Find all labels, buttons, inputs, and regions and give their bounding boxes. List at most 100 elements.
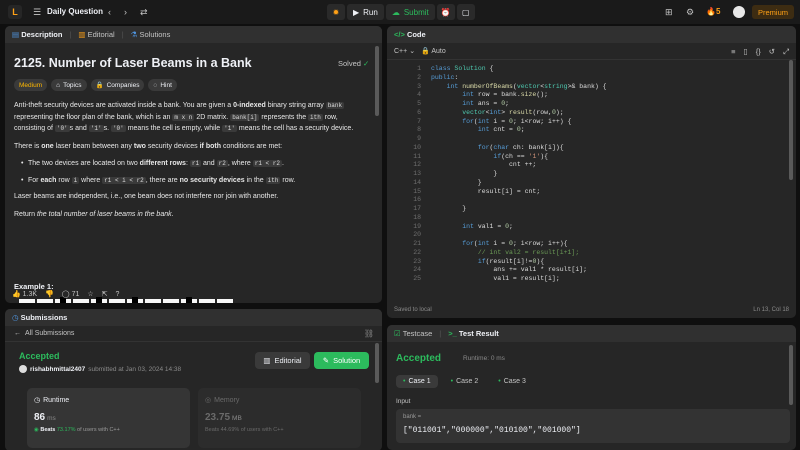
input-value-box[interactable]: bank = ["011001","000000","010100","0010… — [396, 409, 790, 443]
reset-icon[interactable]: ↺ — [769, 47, 775, 56]
book-icon: ▥ — [263, 356, 271, 365]
submitter-info: rishabhmittal2407 submitted at Jan 03, 2… — [19, 365, 181, 373]
editor-status-bar: Saved to local Ln 13, Col 18 — [387, 302, 796, 318]
testcase-scrollbar[interactable] — [789, 345, 793, 405]
like-button[interactable]: 👍 1.3K — [12, 290, 37, 298]
autocomplete-toggle[interactable]: 🔒 Auto — [421, 47, 446, 55]
tab-editorial[interactable]: ▥ Editorial — [78, 30, 114, 39]
statement-paragraph: Return the total number of laser beams i… — [14, 210, 174, 218]
case-tab-2[interactable]: • Case 2 — [444, 375, 486, 388]
submit-button[interactable]: ☁ Submit — [385, 4, 435, 20]
testcase-tabs: ☑ Testcase | >_ Test Result — [387, 325, 796, 342]
editorial-button[interactable]: ▥ Editorial — [255, 352, 310, 369]
editor-scrollbar[interactable] — [789, 60, 793, 180]
flask-icon: ⚗ — [130, 30, 138, 39]
case-tabs: • Case 1 • Case 2 • Case 3 — [396, 375, 533, 388]
cursor-position: Ln 13, Col 18 — [753, 307, 789, 313]
submissions-header: ◷ Submissions — [5, 309, 382, 326]
favorite-button[interactable]: ☆ — [87, 290, 93, 298]
language-select[interactable]: C++ ⌄ — [394, 47, 415, 55]
run-button[interactable]: ▶ Run — [347, 4, 384, 20]
description-panel: ▤ Description | ▥ Editorial | ⚗ Solution… — [5, 26, 382, 303]
format-icon[interactable]: ≡ — [731, 47, 735, 56]
tab-test-result[interactable]: >_ Test Result — [448, 329, 499, 338]
companies-tag[interactable]: 🔒 Companies — [90, 79, 145, 91]
arrow-left-icon: ← — [14, 330, 21, 337]
submissions-scrollbar[interactable] — [375, 343, 379, 383]
book-icon: ▥ — [78, 30, 86, 39]
play-icon: ▶ — [353, 7, 360, 17]
notes-button[interactable]: ▢ — [456, 4, 475, 20]
beats-icon: ◉ — [34, 427, 39, 433]
fullscreen-icon[interactable]: ⤢ — [783, 47, 789, 57]
test-result-status: Accepted — [396, 353, 442, 364]
prev-question-icon[interactable]: ‹ — [108, 0, 111, 24]
checkbox-icon: ☑ — [394, 329, 401, 338]
list-icon[interactable]: ☰ — [33, 0, 41, 24]
code-braces-icon[interactable]: {} — [756, 47, 761, 56]
help-button[interactable]: ? — [116, 291, 120, 298]
topics-tag[interactable]: ⌂ Topics — [51, 79, 87, 91]
share-button[interactable]: ⇱ — [102, 290, 108, 298]
run-controls: ✹ ▶ Run ☁ Submit ⏰ ▢ — [327, 4, 475, 20]
lock-icon: 🔒 — [95, 82, 104, 89]
tab-testcase[interactable]: ☑ Testcase — [394, 329, 432, 338]
tab-separator: | — [69, 30, 72, 39]
layout-grid-icon[interactable]: ⊞ — [665, 0, 673, 24]
streak-counter[interactable]: 🔥5 — [706, 0, 720, 24]
fire-icon: 🔥 — [706, 7, 716, 16]
bookmark-icon[interactable]: ▯ — [744, 47, 748, 56]
shuffle-icon[interactable]: ⇄ — [140, 0, 148, 24]
thumbs-up-icon: 👍 — [12, 291, 21, 298]
all-submissions-link[interactable]: ← All Submissions — [5, 326, 382, 342]
problem-list-title[interactable]: Daily Question — [47, 0, 103, 24]
thumbs-down-icon: 👎 — [45, 291, 54, 298]
problem-title[interactable]: 2125. Number of Laser Beams in a Bank — [14, 56, 252, 70]
case-tab-1[interactable]: • Case 1 — [396, 375, 438, 388]
code-editor[interactable]: 1 2 3 4 5 6 7 8 9 10 11 12 13 14 15 16 17 18 19 20 21 22 23 24 2… — [387, 60, 787, 302]
code-header: </> Code — [387, 26, 796, 43]
tab-code[interactable]: </> Code — [394, 30, 426, 39]
comments-button[interactable]: ◯ 71 — [62, 290, 80, 298]
timer-button[interactable]: ⏰ — [436, 4, 455, 20]
tab-separator: | — [439, 329, 442, 338]
hint-tag[interactable]: ◌ Hint — [148, 79, 177, 91]
source-code: class Solution { public: int numberOfBea… — [431, 65, 607, 282]
editor-actions: ≡ ▯ {} ↺ ⤢ — [731, 43, 789, 60]
memory-card[interactable]: ◎ Memory 23.75 MB Beats 44.69% of users wi… — [198, 388, 361, 448]
case-tab-3[interactable]: • Case 3 — [491, 375, 533, 388]
solution-button[interactable]: ✎ Solution — [314, 352, 369, 369]
solved-status: Solved ✓ — [338, 59, 370, 68]
statement-paragraph: Anti-theft security devices are activate… — [14, 102, 354, 132]
testcase-panel: ☑ Testcase | >_ Test Result Accepted Run… — [387, 325, 796, 450]
tab-description[interactable]: ▤ Description — [12, 30, 62, 39]
statement-paragraph: There is one laser beam between any two … — [14, 142, 283, 150]
avatar — [19, 365, 27, 373]
tab-submissions[interactable]: ◷ Submissions — [12, 313, 67, 322]
link-icon[interactable]: ⛓ — [364, 329, 374, 338]
bug-icon: ✹ — [332, 7, 340, 17]
description-footer: 👍 1.3K 👎 ◯ 71 ☆ ⇱ ? — [5, 285, 382, 303]
user-avatar[interactable] — [733, 6, 745, 18]
line-numbers: 1 2 3 4 5 6 7 8 9 10 11 12 13 14 15 16 17 18 19 20 21 22 23 24 2… — [413, 65, 421, 282]
save-status: Saved to local — [394, 307, 432, 313]
runtime-beats: ◉ Beats 73.17% of users with C++ — [34, 427, 120, 433]
settings-gear-icon[interactable]: ⚙ — [686, 0, 694, 24]
chevron-down-icon: ⌄ — [409, 48, 416, 55]
memory-value: 23.75 MB — [205, 412, 242, 423]
tag-icon: ⌂ — [56, 81, 61, 89]
premium-button[interactable]: Premium — [752, 5, 794, 19]
conditions-list: The two devices are located on two diffe… — [14, 158, 369, 186]
dislike-button[interactable]: 👎 — [45, 290, 54, 298]
leetcode-logo-icon[interactable]: L — [8, 5, 22, 19]
input-label: Input — [396, 398, 411, 405]
help-icon: ? — [115, 290, 120, 298]
note-icon: ▢ — [461, 7, 470, 17]
description-scrollbar[interactable] — [375, 46, 379, 116]
runtime-card[interactable]: ◷ Runtime 86 ms ◉ Beats 73.17% of users wi… — [27, 388, 190, 448]
next-question-icon[interactable]: › — [124, 0, 127, 24]
debug-button[interactable]: ✹ — [327, 4, 345, 20]
tab-solutions[interactable]: ⚗ Solutions — [131, 30, 171, 39]
test-runtime: Runtime: 0 ms — [463, 355, 505, 362]
memory-beats: Beats 44.69% of users with C++ — [205, 427, 284, 433]
